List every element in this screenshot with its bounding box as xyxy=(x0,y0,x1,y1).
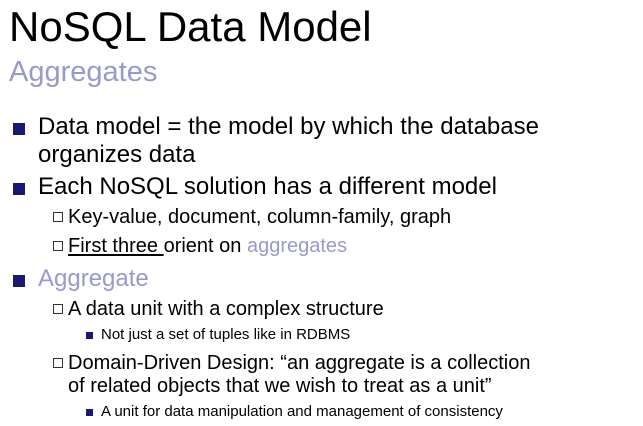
hollow-square-bullet-icon xyxy=(53,304,63,314)
square-bullet-icon xyxy=(13,123,25,135)
square-bullet-icon xyxy=(13,275,25,287)
bullet-2-sub-1: Key-value, document, column-family, grap… xyxy=(68,206,452,228)
bullet-3-sub-2-detail: A unit for data manipulation and managem… xyxy=(101,403,503,420)
slide-subtitle: Aggregates xyxy=(9,56,158,88)
bullet-1-line-2: organizes data xyxy=(38,141,196,168)
accent-text: aggregates xyxy=(246,235,348,257)
bullet-3-sub-1-detail: Not just a set of tuples like in RDBMS xyxy=(101,326,351,343)
slide: NoSQL Data Model Aggregates Data model =… xyxy=(0,0,643,426)
hollow-square-bullet-icon xyxy=(53,241,63,251)
bullet-1-line-1: Data model = the model by which the data… xyxy=(38,113,539,140)
bullet-3-sub-2-line-1: Domain-Driven Design: “an aggregate is a… xyxy=(68,352,531,374)
hollow-square-bullet-icon xyxy=(53,212,63,222)
bullet-3-sub-2-line-2: of related objects that we wish to treat… xyxy=(68,375,492,397)
bullet-2-text: Each NoSQL solution has a different mode… xyxy=(38,173,497,200)
underlined-text: First three xyxy=(68,235,164,257)
bullet-2-sub-2: First three orient on aggregates xyxy=(68,234,347,258)
hollow-square-bullet-icon xyxy=(53,358,63,368)
bullet-3-text: Aggregate xyxy=(38,265,149,292)
square-bullet-icon xyxy=(86,409,93,416)
square-bullet-icon xyxy=(86,332,93,339)
slide-title: NoSQL Data Model xyxy=(9,3,372,50)
plain-text: orient on xyxy=(163,235,247,257)
bullet-3-sub-1: A data unit with a complex structure xyxy=(68,298,384,320)
square-bullet-icon xyxy=(13,183,25,195)
